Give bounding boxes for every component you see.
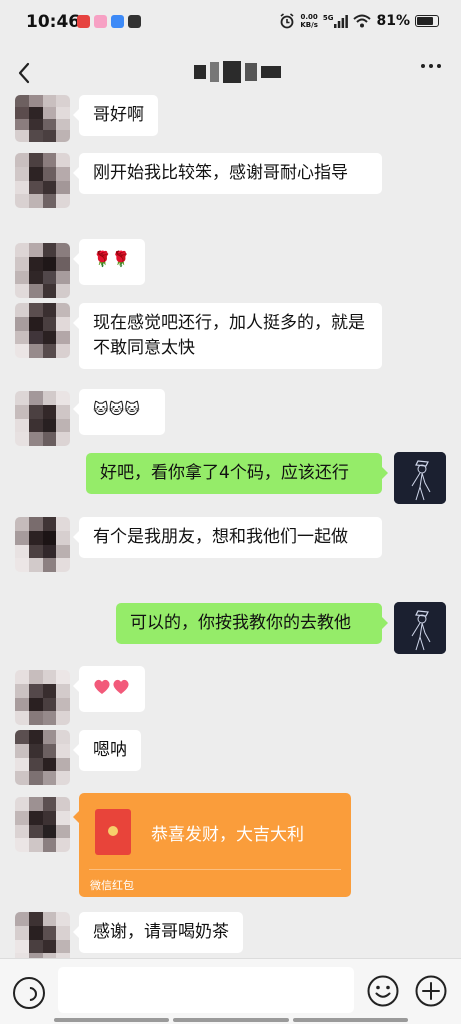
plus-icon xyxy=(415,975,447,1007)
self-avatar[interactable] xyxy=(394,602,446,654)
message-bubble-incoming[interactable]: 感谢，请哥喝奶茶 xyxy=(73,912,243,953)
message-text: 可以的，你按我教你的去教他 xyxy=(130,613,351,633)
network-speed-value: 0.00 xyxy=(300,13,318,21)
contact-avatar[interactable] xyxy=(15,243,70,298)
red-packet-card[interactable]: 恭喜发财，大吉大利 微信红包 xyxy=(73,793,351,897)
rose-emoji: 🌹🌹 xyxy=(93,250,131,268)
message-text: 哥好啊 xyxy=(93,105,144,125)
contact-avatar[interactable] xyxy=(15,517,70,572)
message-bubble-incoming[interactable]: 🐱🐱🐱 xyxy=(73,389,165,435)
status-bar: 10:46 0.00 KB/s 5G 81% xyxy=(0,0,461,48)
notification-icons xyxy=(77,15,141,28)
app-notification-icon xyxy=(111,15,124,28)
alarm-icon xyxy=(280,13,294,29)
contact-avatar[interactable] xyxy=(15,153,70,208)
more-options-button[interactable] xyxy=(421,64,441,68)
message-bubble-incoming[interactable]: 现在感觉吧还行，加人挺多的，就是不敢同意太快 xyxy=(73,303,382,369)
emoji-icon xyxy=(367,975,399,1007)
message-text: 现在感觉吧还行，加人挺多的，就是不敢同意太快 xyxy=(93,313,365,358)
silhouette-avatar-image xyxy=(394,452,446,504)
red-envelope-icon xyxy=(95,809,131,855)
emoji-button[interactable] xyxy=(366,974,400,1008)
message-bubble-incoming[interactable]: 🌹🌹 xyxy=(73,239,145,285)
voice-icon[interactable] xyxy=(13,977,45,1009)
message-text: 嗯呐 xyxy=(93,740,127,760)
message-bubble-incoming[interactable]: 嗯呐 xyxy=(73,730,141,771)
cat-emoji: 🐱🐱🐱 xyxy=(93,400,140,418)
input-bar xyxy=(0,958,461,1024)
chat-header xyxy=(0,48,461,98)
contact-avatar[interactable] xyxy=(15,95,70,142)
message-text: 好吧，看你拿了4个码，应该还行 xyxy=(100,463,349,483)
status-indicators: 0.00 KB/s 5G 81% xyxy=(279,13,439,29)
battery-level xyxy=(417,17,434,25)
app-notification-icon xyxy=(77,15,90,28)
network-speed-unit: KB/s xyxy=(300,21,318,29)
message-bubble-incoming[interactable]: 有个是我朋友，想和我他们一起做 xyxy=(73,517,382,558)
two-hearts-icon xyxy=(94,679,129,694)
gesture-bar xyxy=(52,1018,410,1022)
message-input[interactable] xyxy=(58,967,354,1013)
wifi-icon xyxy=(353,14,372,28)
contact-avatar[interactable] xyxy=(15,391,70,446)
contact-avatar[interactable] xyxy=(15,670,70,725)
app-notification-icon xyxy=(128,15,141,28)
hearts-emoji: 💕 xyxy=(93,674,131,699)
status-time: 10:46 xyxy=(26,12,81,32)
contact-avatar[interactable] xyxy=(15,303,70,358)
message-text: 刚开始我比较笨，感谢哥耐心指导 xyxy=(93,163,348,183)
message-bubble-incoming[interactable]: 哥好啊 xyxy=(73,95,158,136)
battery-icon xyxy=(415,15,439,27)
cell-signal: 5G xyxy=(322,13,349,28)
app-notification-icon xyxy=(94,15,107,28)
red-packet-label: 微信红包 xyxy=(90,879,134,892)
signal-icon xyxy=(334,14,349,28)
red-packet-title: 恭喜发财，大吉大利 xyxy=(151,825,304,845)
message-bubble-incoming[interactable]: 刚开始我比较笨，感谢哥耐心指导 xyxy=(73,153,382,194)
message-bubble-outgoing[interactable]: 可以的，你按我教你的去教他 xyxy=(116,603,388,644)
message-text: 有个是我朋友，想和我他们一起做 xyxy=(93,527,348,547)
red-packet-divider xyxy=(89,869,341,870)
contact-avatar[interactable] xyxy=(15,797,70,852)
network-type: 5G xyxy=(322,13,334,22)
battery-percent: 81% xyxy=(376,13,410,29)
message-bubble-incoming[interactable]: 💕 xyxy=(73,666,145,712)
self-avatar[interactable] xyxy=(394,452,446,504)
chat-title-redacted xyxy=(194,60,281,84)
message-bubble-outgoing[interactable]: 好吧，看你拿了4个码，应该还行 xyxy=(86,453,388,494)
contact-avatar[interactable] xyxy=(15,730,70,785)
network-speed: 0.00 KB/s xyxy=(300,13,317,29)
message-text: 感谢，请哥喝奶茶 xyxy=(93,922,229,942)
back-button[interactable] xyxy=(12,60,38,86)
silhouette-avatar-image xyxy=(394,602,446,654)
more-functions-button[interactable] xyxy=(414,974,448,1008)
ellipsis-icon xyxy=(421,64,425,68)
chevron-left-icon xyxy=(18,62,30,84)
